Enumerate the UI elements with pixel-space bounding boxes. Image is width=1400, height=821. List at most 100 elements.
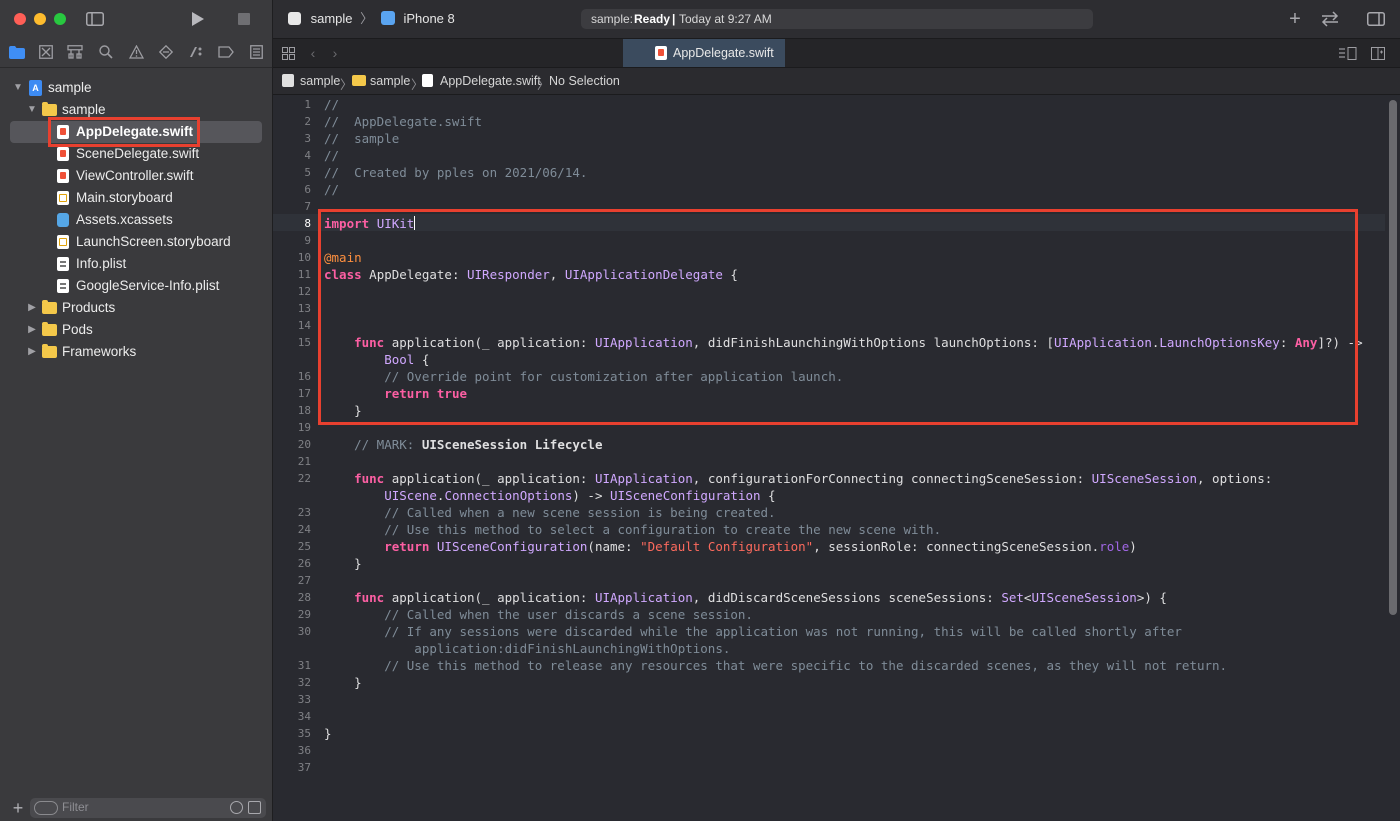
disclosure-closed-icon[interactable]: ▶ (27, 319, 37, 341)
find-navigator-icon[interactable] (97, 43, 115, 61)
debug-navigator-icon[interactable] (187, 43, 205, 61)
filter-input[interactable]: Filter (30, 798, 266, 818)
line-number: 22 (297, 472, 311, 485)
tree-row-file[interactable]: GoogleService-Info.plist (0, 275, 272, 297)
scheme-name: sample (310, 11, 353, 26)
stop-button[interactable] (237, 12, 251, 26)
tree-row-file[interactable]: AppDelegate.swift (0, 121, 272, 143)
editor-options-icon[interactable] (1339, 46, 1357, 60)
code-line[interactable]: // Called when a new scene session is be… (324, 504, 775, 521)
storyboard-file-icon (57, 235, 69, 249)
symbol-navigator-icon[interactable] (66, 43, 84, 61)
code-line[interactable]: import UIKit (324, 215, 416, 232)
folder-navigator-icon[interactable] (8, 43, 26, 61)
test-navigator-icon[interactable] (157, 43, 175, 61)
source-control-filter-icon[interactable] (248, 801, 261, 814)
tree-label: GoogleService-Info.plist (76, 278, 220, 293)
split-editor-icon[interactable] (1371, 46, 1385, 60)
run-button[interactable] (190, 10, 206, 28)
code-line[interactable]: } (324, 555, 362, 572)
issue-navigator-icon[interactable] (127, 43, 145, 61)
code-line[interactable]: } (324, 402, 362, 419)
tree-row-file[interactable]: SceneDelegate.swift (0, 143, 272, 165)
code-line[interactable]: class AppDelegate: UIResponder, UIApplic… (324, 266, 738, 283)
line-number: 25 (297, 540, 311, 553)
line-number: 7 (304, 200, 311, 213)
source-editor[interactable] (273, 95, 1400, 821)
code-line[interactable]: // AppDelegate.swift (324, 113, 482, 130)
code-line[interactable]: application:didFinishLaunchingWithOption… (324, 640, 730, 657)
line-number: 2 (304, 115, 311, 128)
inspector-toggle-icon[interactable] (1366, 11, 1386, 27)
zoom-window-button[interactable] (54, 13, 66, 25)
jump-file[interactable]: AppDelegate.swift (440, 74, 541, 88)
line-number: 29 (297, 608, 311, 621)
report-navigator-icon[interactable] (247, 43, 265, 61)
library-plus-button[interactable]: + (1286, 8, 1304, 30)
tree-row-group-frameworks[interactable]: ▶ Frameworks (0, 341, 272, 363)
tree-row-group-pods[interactable]: ▶ Pods (0, 319, 272, 341)
code-review-icon[interactable] (1319, 10, 1341, 28)
code-line[interactable]: UIScene.ConnectionOptions) -> UISceneCon… (324, 487, 775, 504)
line-number: 15 (297, 336, 311, 349)
disclosure-closed-icon[interactable]: ▶ (27, 297, 37, 319)
code-line[interactable]: // Use this method to release any resour… (324, 657, 1227, 674)
tree-row-group-products[interactable]: ▶ Products (0, 297, 272, 319)
add-file-button[interactable]: + (10, 798, 26, 818)
code-line[interactable]: // MARK: UISceneSession Lifecycle (324, 436, 602, 453)
code-line[interactable]: } (324, 674, 362, 691)
tab-appdelegate[interactable]: AppDelegate.swift (623, 39, 785, 67)
tree-row-file[interactable]: Main.storyboard (0, 187, 272, 209)
code-line[interactable]: return UISceneConfiguration(name: "Defau… (324, 538, 1137, 555)
vertical-scrollbar[interactable] (1389, 100, 1397, 615)
tree-label: Products (62, 300, 116, 315)
jump-project[interactable]: sample (300, 74, 340, 88)
line-number: 26 (297, 557, 311, 570)
disclosure-open-icon[interactable]: ▼ (27, 99, 37, 121)
close-window-button[interactable] (14, 13, 26, 25)
filter-options-icon[interactable] (34, 801, 58, 815)
code-line[interactable]: func application(_ application: UIApplic… (324, 334, 1363, 351)
tree-row-file[interactable]: Assets.xcassets (0, 209, 272, 231)
disclosure-open-icon[interactable]: ▼ (13, 77, 23, 99)
editor-tab-bar: ‹ › AppDelegate.swift (273, 38, 1400, 68)
tree-row-file[interactable]: ViewController.swift (0, 165, 272, 187)
disclosure-closed-icon[interactable]: ▶ (27, 341, 37, 363)
back-chevron-icon[interactable]: ‹ (307, 45, 319, 61)
tree-row-file[interactable]: Info.plist (0, 253, 272, 275)
source-control-navigator-icon[interactable] (37, 43, 55, 61)
tree-row-file[interactable]: LaunchScreen.storyboard (0, 231, 272, 253)
jump-selection[interactable]: No Selection (549, 74, 620, 88)
minimize-window-button[interactable] (34, 13, 46, 25)
recent-files-icon[interactable] (230, 801, 243, 814)
forward-chevron-icon[interactable]: › (329, 45, 341, 61)
code-line[interactable]: // (324, 147, 339, 164)
code-line[interactable]: // Created by pples on 2021/06/14. (324, 164, 587, 181)
simulator-icon (380, 11, 395, 25)
code-line[interactable]: func application(_ application: UIApplic… (324, 470, 1272, 487)
code-line[interactable]: return true (324, 385, 467, 402)
code-line[interactable]: // Override point for customization afte… (324, 368, 843, 385)
breakpoint-navigator-icon[interactable] (217, 43, 235, 61)
code-line[interactable]: // Called when the user discards a scene… (324, 606, 753, 623)
text-caret (414, 216, 416, 230)
code-line[interactable]: func application(_ application: UIApplic… (324, 589, 1167, 606)
swift-file-icon (422, 74, 433, 87)
code-line[interactable]: // If any sessions were discarded while … (324, 623, 1182, 640)
chevron-right-icon: 〉 (537, 78, 550, 92)
tree-row-project[interactable]: ▼ A sample (0, 77, 272, 99)
code-line[interactable]: Bool { (324, 351, 429, 368)
code-line[interactable]: // (324, 96, 339, 113)
code-line[interactable]: @main (324, 249, 362, 266)
project-icon (282, 74, 294, 87)
related-items-icon[interactable] (281, 46, 295, 60)
tree-row-group-sample[interactable]: ▼ sample (0, 99, 272, 121)
line-number: 13 (297, 302, 311, 315)
jump-group[interactable]: sample (370, 74, 410, 88)
sidebar-toggle-icon[interactable] (86, 11, 104, 27)
code-line[interactable]: // sample (324, 130, 399, 147)
code-line[interactable]: // (324, 181, 339, 198)
code-line[interactable]: // Use this method to select a configura… (324, 521, 941, 538)
code-line[interactable]: } (324, 725, 332, 742)
scheme-selector[interactable]: sample 〉 iPhone 8 (288, 10, 455, 28)
